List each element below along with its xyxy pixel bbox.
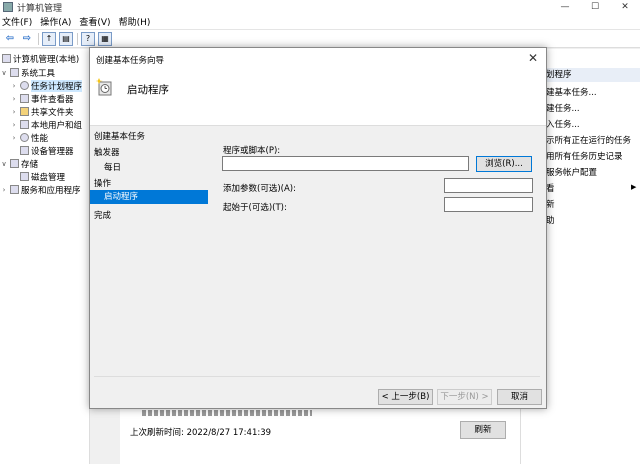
computer-management-icon xyxy=(3,2,13,12)
action-create-task[interactable]: 建任务... xyxy=(546,102,580,114)
tree-item-root[interactable]: 计算机管理(本地) xyxy=(0,52,79,65)
step-create-basic-task: 创建基本任务 xyxy=(94,132,146,142)
services-icon xyxy=(10,185,19,194)
computer-icon xyxy=(2,54,11,63)
dialog-close-icon[interactable]: ✕ xyxy=(528,51,538,65)
menu-action[interactable]: 操作(A) xyxy=(38,15,77,28)
tree-item-system-tools[interactable]: ∨ 系统工具 xyxy=(0,66,55,79)
menu-view[interactable]: 查看(V) xyxy=(77,15,116,28)
start-in-label: 起始于(可选)(T): xyxy=(223,203,287,213)
next-button[interactable]: 下一步(N) > xyxy=(437,389,492,405)
action-import-task[interactable]: 入任务... xyxy=(546,118,580,130)
dialog-title: 创建基本任务向导 xyxy=(96,56,165,66)
performance-icon xyxy=(20,133,29,142)
program-input[interactable] xyxy=(222,156,469,171)
tree-item-services-apps[interactable]: › 服务和应用程序 xyxy=(0,183,81,196)
show-hide-tree-icon[interactable]: ▤ xyxy=(59,31,73,46)
action-service-account[interactable]: 服务帐户配置 xyxy=(546,166,597,178)
tree-item-local-users[interactable]: › 本地用户和组 xyxy=(10,118,82,131)
clock-icon xyxy=(20,81,29,90)
tree-item-shared-folders[interactable]: › 共享文件夹 xyxy=(10,105,74,118)
close-window-button[interactable]: ✕ xyxy=(610,0,640,14)
action-display-running[interactable]: 示所有正在运行的任务 xyxy=(546,134,631,146)
tools-icon xyxy=(10,68,19,77)
users-icon xyxy=(20,120,29,129)
menu-file[interactable]: 文件(F) xyxy=(0,15,38,28)
dialog-titlebar: 创建基本任务向导 ✕ xyxy=(90,48,546,70)
chevron-right-icon[interactable]: › xyxy=(0,186,8,194)
maximize-button[interactable]: ☐ xyxy=(580,0,610,14)
dialog-heading: 启动程序 xyxy=(127,84,169,96)
chevron-right-icon: ▶ xyxy=(631,183,637,191)
tree-item-performance[interactable]: › 性能 xyxy=(10,131,48,144)
tree-item-storage[interactable]: ∨ 存储 xyxy=(0,157,38,170)
step-daily: 每日 xyxy=(104,163,122,173)
step-action: 操作 xyxy=(94,179,112,189)
minimize-button[interactable]: — xyxy=(550,0,580,14)
wizard-steps: 创建基本任务 触发器 每日 操作 启动程序 完成 xyxy=(90,126,210,408)
chevron-right-icon[interactable]: › xyxy=(10,82,18,90)
obscured-text xyxy=(142,410,312,416)
toolbar-separator xyxy=(38,32,39,45)
refresh-button[interactable]: 刷新 xyxy=(460,421,506,439)
disk-icon xyxy=(20,172,29,181)
action-refresh[interactable]: 新 xyxy=(546,198,555,210)
back-arrow-icon[interactable]: ⇦ xyxy=(3,32,17,46)
step-finish: 完成 xyxy=(94,211,112,221)
chevron-right-icon[interactable]: › xyxy=(10,121,18,129)
tree-item-device-manager[interactable]: 设备管理器 xyxy=(18,144,74,157)
menu-bar: 文件(F) 操作(A) 查看(V) 帮助(H) xyxy=(0,14,640,30)
help-icon[interactable]: ? xyxy=(81,31,95,46)
toolbar: ⇦ ⇨ ↑ ▤ ? ▦ xyxy=(0,30,640,48)
back-button[interactable]: < 上一步(B) xyxy=(378,389,433,405)
shared-folder-icon xyxy=(20,107,29,116)
cancel-button[interactable]: 取消 xyxy=(497,389,542,405)
arguments-input[interactable] xyxy=(444,178,533,193)
action-help[interactable]: 助 xyxy=(546,214,555,226)
task-wizard-icon xyxy=(96,78,112,96)
up-folder-icon[interactable]: ↑ xyxy=(42,31,56,46)
start-in-input[interactable] xyxy=(444,197,533,212)
chevron-right-icon[interactable]: › xyxy=(10,95,18,103)
tree-item-event-viewer[interactable]: › 事件查看器 xyxy=(10,92,74,105)
tree-item-disk-management[interactable]: 磁盘管理 xyxy=(18,170,65,183)
menu-help[interactable]: 帮助(H) xyxy=(117,15,157,28)
event-viewer-icon xyxy=(20,94,29,103)
step-trigger: 触发器 xyxy=(94,148,120,158)
chevron-right-icon[interactable]: › xyxy=(10,134,18,142)
chevron-right-icon[interactable]: › xyxy=(10,108,18,116)
properties-icon[interactable]: ▦ xyxy=(98,31,112,46)
window-title: 计算机管理 xyxy=(17,3,63,14)
chevron-down-icon[interactable]: ∨ xyxy=(0,160,8,168)
dialog-header: 启动程序 xyxy=(90,70,546,126)
forward-arrow-icon[interactable]: ⇨ xyxy=(20,32,34,46)
browse-button[interactable]: 浏览(R)... xyxy=(476,156,532,172)
arguments-label: 添加参数(可选)(A): xyxy=(223,184,296,194)
action-view[interactable]: 看 xyxy=(546,182,555,194)
window-titlebar: 计算机管理 — ☐ ✕ xyxy=(0,0,640,14)
create-basic-task-wizard: 创建基本任务向导 ✕ 启动程序 创建基本任务 触发器 每日 操作 启动程序 完成… xyxy=(89,47,547,409)
action-create-basic-task[interactable]: 建基本任务... xyxy=(546,86,597,98)
chevron-down-icon[interactable]: ∨ xyxy=(0,69,8,77)
navigation-tree: 计算机管理(本地) ∨ 系统工具 › 任务计划程序 › 事件查看器 › 共享文件… xyxy=(0,49,90,464)
toolbar-separator xyxy=(77,32,78,45)
footer-divider xyxy=(94,376,540,377)
last-refresh-label: 上次刷新时间: 2022/8/27 17:41:39 xyxy=(130,428,272,438)
device-manager-icon xyxy=(20,146,29,155)
step-start-program: 启动程序 xyxy=(90,190,208,204)
tree-item-task-scheduler[interactable]: › 任务计划程序 xyxy=(10,79,83,92)
action-enable-history[interactable]: 用所有任务历史记录 xyxy=(546,150,623,162)
storage-icon xyxy=(10,159,19,168)
program-label: 程序或脚本(P): xyxy=(223,146,281,156)
